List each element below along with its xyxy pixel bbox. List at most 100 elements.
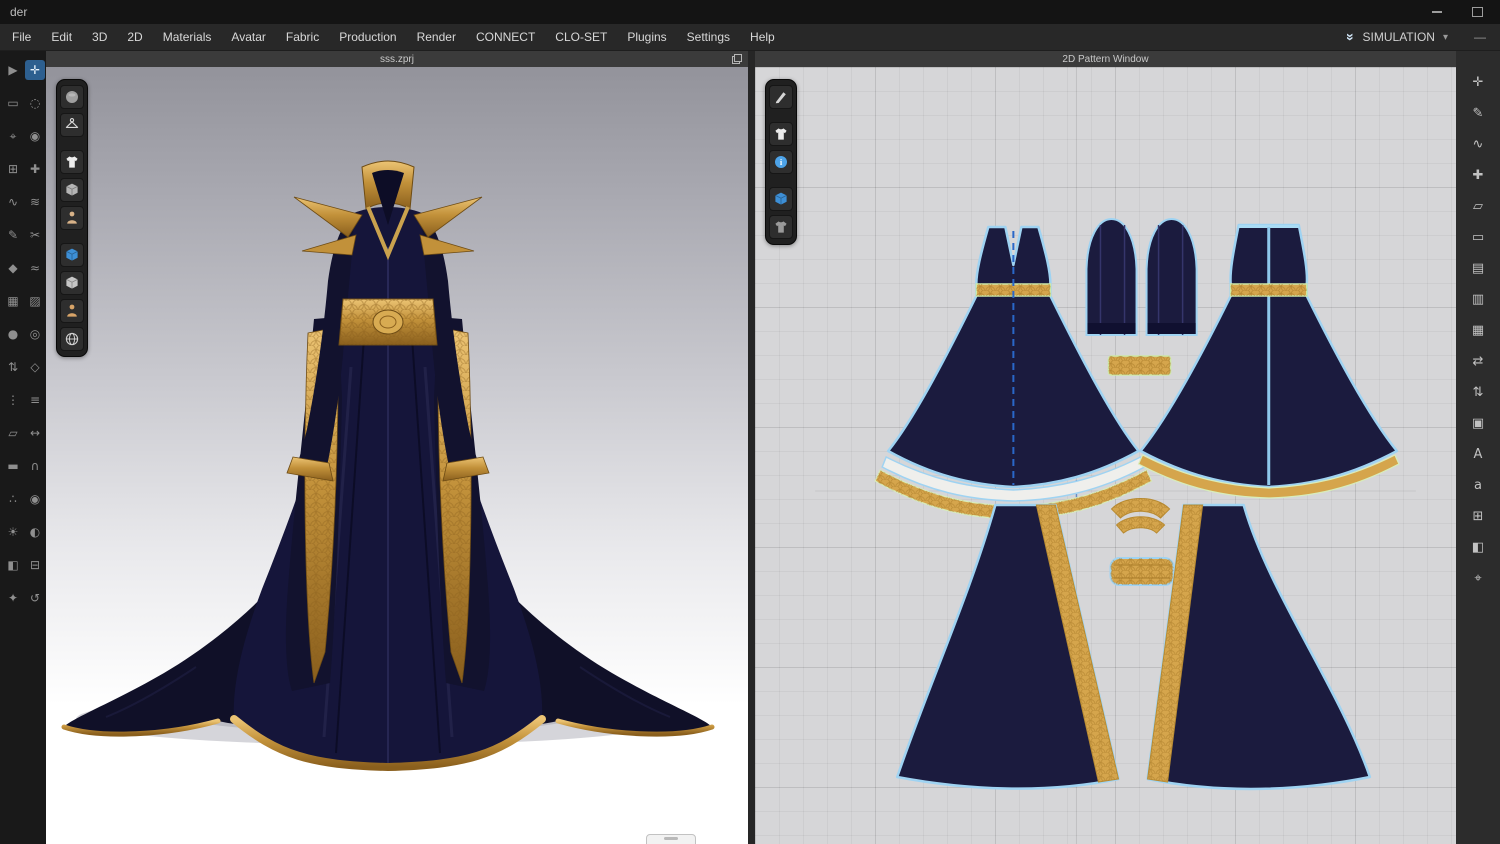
- menu-clo-set[interactable]: CLO-SET: [545, 25, 617, 49]
- pattern-sleeve-left[interactable]: [1085, 217, 1138, 336]
- tack-icon[interactable]: ✚: [25, 159, 45, 179]
- arrangement-point-icon[interactable]: ∴: [3, 489, 23, 509]
- 2d-viewport[interactable]: [755, 67, 1456, 844]
- menu-connect[interactable]: CONNECT: [466, 25, 545, 49]
- seam-allowance-icon[interactable]: ▣: [1466, 412, 1490, 434]
- mirror-paste-icon[interactable]: ▥: [1466, 288, 1490, 310]
- simulate-icon[interactable]: ▶: [3, 60, 23, 80]
- colorway-icon[interactable]: ◧: [3, 555, 23, 575]
- menu-settings[interactable]: Settings: [677, 25, 740, 49]
- trim-icon[interactable]: ◇: [25, 357, 45, 377]
- minimize-button[interactable]: [1424, 3, 1450, 21]
- show-mesh-icon[interactable]: [60, 271, 84, 295]
- menu-file[interactable]: File: [2, 25, 41, 49]
- fold-icon[interactable]: ⇅: [1466, 381, 1490, 403]
- flatten-icon[interactable]: ▱: [3, 423, 23, 443]
- zoom-fit-icon[interactable]: ⌖: [1466, 567, 1490, 589]
- add-point-icon[interactable]: ✚: [1466, 164, 1490, 186]
- uv-edit-icon[interactable]: ⊟: [25, 555, 45, 575]
- show-attachments-icon[interactable]: [60, 178, 84, 202]
- simulation-button[interactable]: SIMULATION: [1363, 30, 1435, 44]
- create-polygon-icon[interactable]: ▱: [1466, 195, 1490, 217]
- pin-icon[interactable]: ◉: [25, 126, 45, 146]
- pattern-sleeve-right[interactable]: [1145, 217, 1198, 336]
- select-box-icon[interactable]: ▭: [3, 93, 23, 113]
- buttonhole-icon[interactable]: ◎: [25, 324, 45, 344]
- menubar-minimize-icon[interactable]: [1474, 30, 1486, 44]
- transform-pattern-icon[interactable]: ✛: [1466, 71, 1490, 93]
- avatar-display-icon[interactable]: ✦: [3, 588, 23, 608]
- edit-curvature-icon[interactable]: ∿: [1466, 133, 1490, 155]
- avatar-tape-icon[interactable]: ∩: [25, 456, 45, 476]
- menu-render[interactable]: Render: [407, 25, 466, 49]
- show-garment-icon[interactable]: [60, 150, 84, 174]
- environment-icon[interactable]: [60, 327, 84, 351]
- camera-icon[interactable]: ◉: [25, 489, 45, 509]
- simulation-caret-icon[interactable]: [1443, 32, 1448, 43]
- zipper-icon[interactable]: ⇅: [3, 357, 23, 377]
- hanger-icon[interactable]: [60, 113, 84, 137]
- show-3d-sync-icon[interactable]: [769, 187, 793, 211]
- menu-3d[interactable]: 3D: [82, 25, 117, 49]
- 3d-viewport[interactable]: [46, 67, 748, 844]
- tape-icon[interactable]: ▬: [3, 456, 23, 476]
- edit-pattern-icon[interactable]: ✎: [1466, 102, 1490, 124]
- menu-2d[interactable]: 2D: [117, 25, 152, 49]
- unfold-icon[interactable]: ⇄: [1466, 350, 1490, 372]
- edit-sewing-icon[interactable]: ✎: [3, 225, 23, 245]
- select-move-icon[interactable]: ✛: [25, 60, 45, 80]
- menu-help[interactable]: Help: [740, 25, 785, 49]
- pattern-waistband[interactable]: [1109, 557, 1175, 586]
- free-sewing-icon[interactable]: ≋: [25, 192, 45, 212]
- needle-tool-icon[interactable]: [769, 85, 793, 109]
- gizmo-toggle-icon[interactable]: [60, 243, 84, 267]
- texture-icon[interactable]: ▨: [25, 291, 45, 311]
- select-lasso-icon[interactable]: ◌: [25, 93, 45, 113]
- light-icon[interactable]: ☀: [3, 522, 23, 542]
- fold-arrangement-icon[interactable]: ◆: [3, 258, 23, 278]
- copy-pattern-icon[interactable]: ▤: [1466, 257, 1490, 279]
- pattern-info-icon[interactable]: [769, 150, 793, 174]
- mannequin-icon[interactable]: [60, 299, 84, 323]
- show-base-pattern-icon[interactable]: [769, 215, 793, 239]
- show-avatar-icon[interactable]: [60, 206, 84, 230]
- clone-layer-icon[interactable]: ▦: [1466, 319, 1490, 341]
- menu-materials[interactable]: Materials: [153, 25, 222, 49]
- pattern-skirt-panel-left[interactable]: [895, 503, 1120, 790]
- shirring-icon[interactable]: ≡: [25, 390, 45, 410]
- topstitch-icon[interactable]: ⋮: [3, 390, 23, 410]
- maximize-button[interactable]: [1464, 3, 1490, 21]
- pattern-collar-upper[interactable]: [1110, 498, 1171, 519]
- menu-avatar[interactable]: Avatar: [221, 25, 275, 49]
- history-icon[interactable]: ↺: [25, 588, 45, 608]
- menu-production[interactable]: Production: [329, 25, 406, 49]
- fabric-swatch-icon[interactable]: ▦: [3, 291, 23, 311]
- 2d-pattern-canvas[interactable]: [755, 67, 1456, 844]
- garment-belt[interactable]: [338, 298, 438, 346]
- pattern-belt-strip[interactable]: [1107, 355, 1172, 376]
- render-style-icon[interactable]: [60, 85, 84, 109]
- wind-icon[interactable]: ≈: [25, 258, 45, 278]
- measure-icon[interactable]: ↔: [25, 423, 45, 443]
- transform-gizmo-icon[interactable]: ⌖: [3, 126, 23, 146]
- garment-skirt[interactable]: [230, 333, 546, 772]
- grading-icon[interactable]: ⊞: [1466, 505, 1490, 527]
- 3d-garment-canvas[interactable]: [46, 67, 748, 844]
- show-garment-2d-icon[interactable]: [769, 122, 793, 146]
- menu-edit[interactable]: Edit: [41, 25, 82, 49]
- render-preview-icon[interactable]: ◐: [25, 522, 45, 542]
- text-tool-icon[interactable]: A: [1466, 443, 1490, 465]
- menu-plugins[interactable]: Plugins: [617, 25, 676, 49]
- annotation-tool-icon[interactable]: a: [1466, 474, 1490, 496]
- pattern-collar-lower[interactable]: [1115, 516, 1166, 534]
- create-rectangle-icon[interactable]: ▭: [1466, 226, 1490, 248]
- viewport-control[interactable]: [646, 834, 696, 844]
- segment-sewing-icon[interactable]: ∿: [3, 192, 23, 212]
- texture-edit-icon[interactable]: ◧: [1466, 536, 1490, 558]
- button-icon[interactable]: ●: [3, 324, 23, 344]
- undock-icon[interactable]: [732, 54, 742, 64]
- panel-divider[interactable]: [748, 51, 755, 844]
- pin-box-icon[interactable]: ⊞: [3, 159, 23, 179]
- remove-sewing-icon[interactable]: ✂: [25, 225, 45, 245]
- pattern-skirt-panel-right[interactable]: [1146, 503, 1372, 791]
